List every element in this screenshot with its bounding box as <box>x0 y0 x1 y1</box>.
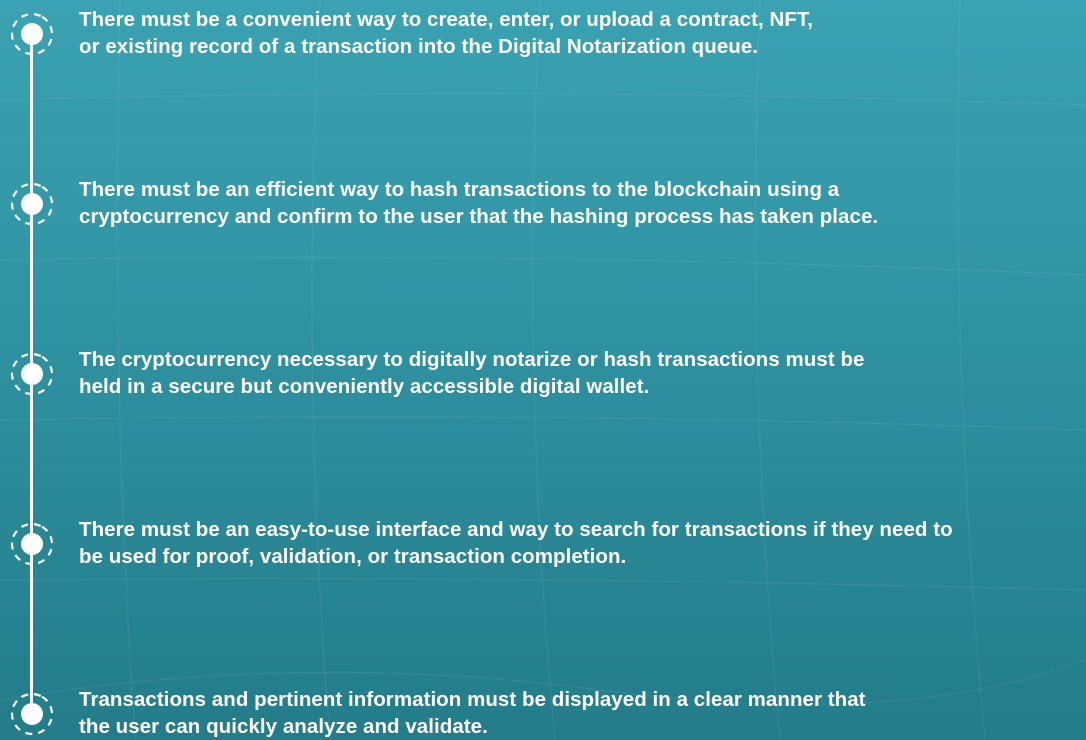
timeline-item-text: Transactions and pertinent information m… <box>79 688 866 738</box>
timeline-item-text: There must be an efficient way to hash t… <box>79 178 879 228</box>
circle-dot-icon <box>10 522 54 566</box>
timeline-item-text: The cryptocurrency necessary to digitall… <box>79 348 865 398</box>
circle-dot-icon <box>10 182 54 226</box>
timeline-item-text: There must be a convenient way to create… <box>79 8 813 58</box>
circle-dot-icon <box>10 692 54 736</box>
circle-dot-icon <box>10 352 54 396</box>
circle-dot-icon <box>10 12 54 56</box>
timeline-item-text: There must be an easy-to-use interface a… <box>79 518 953 568</box>
